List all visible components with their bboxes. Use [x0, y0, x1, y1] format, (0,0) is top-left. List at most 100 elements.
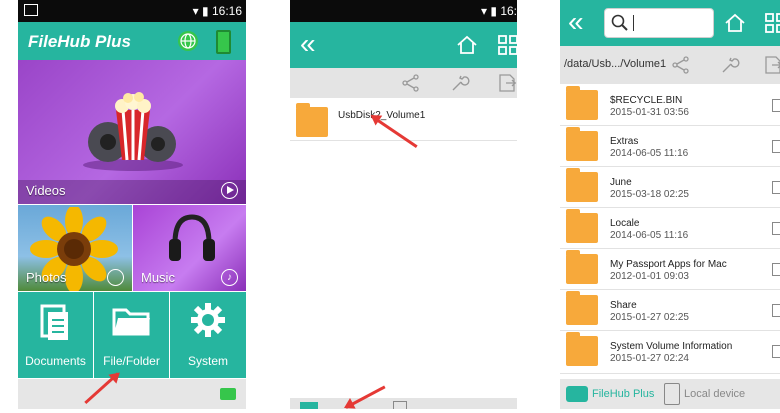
- list-item[interactable]: System Volume Information 2015-01-27 02:…: [560, 331, 780, 374]
- item-name: Share: [610, 300, 637, 311]
- item-name: $RECYCLE.BIN: [610, 95, 683, 106]
- wifi-icon: ▾: [480, 4, 488, 18]
- grid-view-icon[interactable]: [765, 13, 780, 33]
- battery-icon: ▮: [490, 4, 497, 18]
- search-input[interactable]: [604, 8, 714, 38]
- export-icon[interactable]: [764, 55, 780, 75]
- videos-label: Videos: [26, 183, 66, 198]
- music-label: Music: [141, 270, 175, 285]
- list-item[interactable]: Share 2015-01-27 02:25: [560, 290, 780, 331]
- item-checkbox[interactable]: [772, 263, 780, 276]
- folder-icon: [566, 209, 598, 243]
- share-icon[interactable]: [402, 74, 420, 92]
- item-checkbox[interactable]: [772, 345, 780, 358]
- item-checkbox[interactable]: [772, 304, 780, 317]
- home-icon[interactable]: [724, 13, 746, 33]
- list-item[interactable]: Extras 2014-06-05 11:16: [560, 126, 780, 167]
- folder-contents-screen: « /data/Usb.../Volume1 $RECYCLE.BIN 2015…: [560, 0, 780, 409]
- bottom-tabs: FileHub Plus Local device: [560, 379, 780, 409]
- status-time: 16:: [500, 4, 517, 18]
- wrench-icon[interactable]: [720, 55, 740, 75]
- item-checkbox[interactable]: [772, 222, 780, 235]
- photos-icon[interactable]: [107, 269, 124, 286]
- item-checkbox[interactable]: [772, 140, 780, 153]
- app-title: FileHub Plus: [28, 32, 131, 51]
- search-icon: [611, 14, 628, 31]
- wrench-icon[interactable]: [450, 73, 470, 93]
- documents-icon: [40, 304, 68, 340]
- documents-tile[interactable]: Documents: [18, 292, 93, 378]
- nav-header: «: [290, 22, 517, 68]
- documents-label: Documents: [25, 354, 86, 368]
- folder-icon: [566, 168, 598, 202]
- tab-filehub-plus-label: FileHub Plus: [592, 388, 655, 400]
- toolbar: [290, 68, 517, 98]
- status-bar: ▾ ▮ 16:16: [18, 0, 246, 22]
- cloud-drive-icon: [566, 386, 588, 402]
- tab-local-device-label: Local device: [684, 388, 746, 400]
- system-tile[interactable]: System: [170, 292, 246, 378]
- item-name: My Passport Apps for Mac: [610, 259, 727, 270]
- item-date: 2014-06-05 11:16: [610, 230, 689, 241]
- folder-icon: [566, 86, 598, 120]
- folder-icon: [112, 308, 150, 336]
- item-date: 2015-01-27 02:24: [610, 353, 689, 364]
- image-icon: [24, 4, 38, 16]
- item-checkbox[interactable]: [772, 181, 780, 194]
- share-icon[interactable]: [672, 56, 690, 74]
- home-icon[interactable]: [456, 35, 478, 55]
- item-name: June: [610, 177, 632, 188]
- local-device-icon[interactable]: [393, 401, 407, 409]
- list-item[interactable]: Locale 2014-06-05 11:16: [560, 208, 780, 249]
- headphones-image: [169, 214, 215, 261]
- videos-tile[interactable]: Videos: [18, 60, 246, 204]
- file-folder-label: File/Folder: [103, 354, 160, 368]
- device-icon[interactable]: [220, 388, 236, 400]
- status-time: 16:16: [211, 4, 242, 18]
- list-item[interactable]: $RECYCLE.BIN 2015-01-31 03:56: [560, 85, 780, 126]
- folder-icon: [566, 291, 598, 325]
- system-label: System: [187, 354, 228, 368]
- list-item[interactable]: June 2015-03-18 02:25: [560, 167, 780, 208]
- battery-indicator-icon: [216, 30, 231, 54]
- tab-indicator: [300, 402, 318, 409]
- item-date: 2014-06-05 11:16: [610, 148, 689, 159]
- play-icon[interactable]: [221, 182, 238, 199]
- app-header: FileHub Plus: [18, 22, 246, 60]
- list-item[interactable]: My Passport Apps for Mac 2012-01-01 09:0…: [560, 249, 780, 290]
- folder-icon: [566, 250, 598, 284]
- item-name: Locale: [610, 218, 640, 229]
- status-bar: ▾ ▮ 16:: [290, 0, 517, 22]
- music-tile[interactable]: Music ♪: [133, 205, 246, 291]
- export-icon[interactable]: [498, 73, 516, 93]
- grid-view-icon[interactable]: [498, 35, 517, 55]
- photos-tile[interactable]: Photos: [18, 205, 132, 291]
- gear-icon: [191, 303, 225, 337]
- folder-icon: [566, 332, 598, 366]
- bottom-bar: [290, 398, 517, 409]
- folder-icon: [566, 127, 598, 161]
- text-cursor: [633, 15, 634, 31]
- item-name: System Volume Information: [610, 341, 733, 352]
- popcorn-film-image: [83, 92, 183, 171]
- globe-icon[interactable]: [178, 31, 198, 51]
- list-item[interactable]: UsbDisk2_Volume1: [290, 100, 517, 141]
- item-date: 2015-01-31 03:56: [610, 107, 689, 118]
- volume-list-screen: ▾ ▮ 16: « UsbDisk2_Volume1: [290, 0, 517, 409]
- battery-icon: ▮: [202, 4, 209, 18]
- search-header: «: [560, 0, 780, 46]
- item-checkbox[interactable]: [772, 99, 780, 112]
- home-screen: ▾ ▮ 16:16 FileHub Plus Videos Photos Mus…: [18, 0, 246, 409]
- item-name: Extras: [610, 136, 639, 147]
- file-folder-tile[interactable]: File/Folder: [94, 292, 169, 378]
- current-path: /data/Usb.../Volume1: [564, 58, 667, 70]
- item-date: 2012-01-01 09:03: [610, 271, 689, 282]
- photos-label: Photos: [26, 270, 67, 285]
- wifi-icon: ▾: [192, 4, 199, 18]
- back-icon[interactable]: «: [300, 30, 316, 58]
- music-note-icon[interactable]: ♪: [221, 269, 238, 286]
- back-icon[interactable]: «: [568, 8, 584, 36]
- phone-icon: [664, 383, 680, 405]
- folder-icon: [296, 103, 328, 137]
- item-date: 2015-03-18 02:25: [610, 189, 689, 200]
